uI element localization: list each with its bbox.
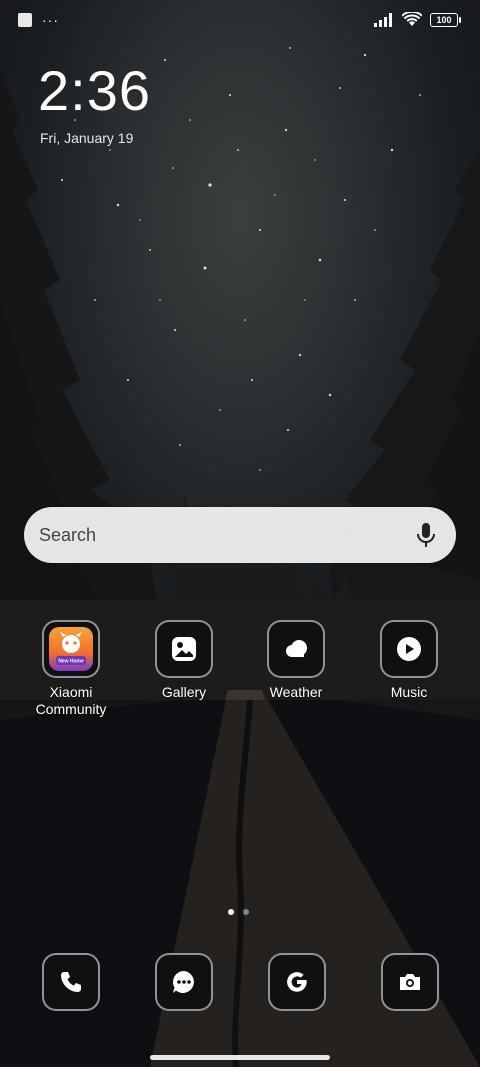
dock-google-button[interactable] [268,953,326,1011]
dock-messages-button[interactable] [155,953,213,1011]
dock-phone-button[interactable] [42,953,100,1011]
gallery-icon [155,620,213,678]
xiaomi-community-logo: New Home [49,627,93,671]
search-bar[interactable]: Search [24,507,456,563]
page-indicator [228,909,249,915]
app-label: Gallery [161,684,207,700]
app-label: Xiaomi Community [35,684,107,717]
dock-camera-button[interactable] [381,953,439,1011]
app-label: Music [390,684,428,700]
app-music[interactable]: Music [359,620,459,701]
more-notifications-indicator: ··· [42,12,59,28]
app-gallery[interactable]: Gallery [134,620,234,701]
signal-icon [374,12,392,27]
google-icon [287,972,307,992]
weather-icon [267,620,325,678]
status-bar: ··· 100 [0,0,480,40]
page-dot-active [228,909,234,915]
mic-icon[interactable] [416,523,436,549]
page-dot [243,909,249,915]
camera-icon [400,974,420,990]
notification-icon [18,13,32,27]
messages-icon [173,971,194,993]
home-indicator[interactable] [150,1055,330,1060]
music-icon [380,620,438,678]
app-label: Weather [269,684,323,700]
search-placeholder: Search [39,524,97,545]
xiaomi-community-icon: New Home [42,620,100,678]
xiaomi-community-badge: New Home [58,659,84,665]
wifi-icon [402,12,422,26]
clock-time[interactable]: 2:36 [38,60,151,122]
phone-icon [61,972,81,992]
clock-date[interactable]: Fri, January 19 [40,130,133,146]
battery-level: 100 [436,14,452,25]
battery-icon: 100 [430,12,461,27]
app-weather[interactable]: Weather [246,620,346,701]
app-xiaomi-community[interactable]: New Home Xiaomi Community [21,620,121,718]
